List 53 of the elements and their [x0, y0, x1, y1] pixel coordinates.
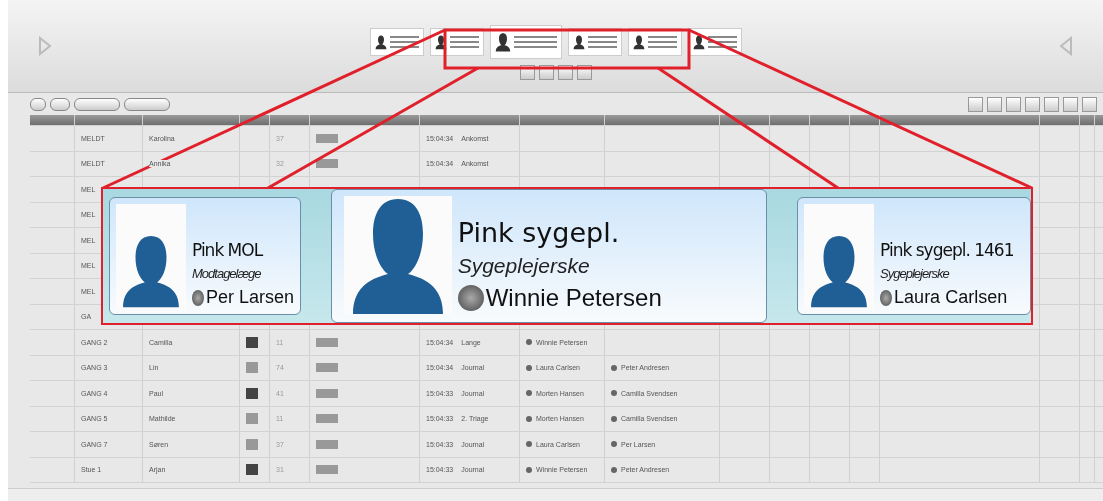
staff-card[interactable]: [369, 27, 424, 56]
category-tag: [316, 388, 338, 398]
person-dot-icon: [526, 364, 532, 371]
person-silhouette-icon: [692, 33, 705, 50]
category-tag: [316, 337, 338, 347]
tool-icon[interactable]: [1025, 96, 1040, 112]
person-dot-icon: [611, 364, 617, 371]
person-dot-icon: [611, 441, 617, 448]
person-dot-icon: [611, 466, 617, 473]
category-tag: [316, 439, 338, 449]
toolbar-button[interactable]: [30, 97, 46, 111]
card-role: Sygeplejerske: [457, 254, 591, 278]
staff-card[interactable]: Pink MOL Modtagelæge Per Larsen: [109, 197, 301, 315]
person-silhouette-icon: [572, 33, 585, 50]
person-dot-icon: [526, 466, 532, 473]
staff-name: Winnie Petersen: [485, 284, 662, 312]
tool-icon[interactable]: [1063, 96, 1078, 112]
category-tag: [316, 133, 338, 143]
tool-icon[interactable]: [987, 96, 1002, 112]
person-dot-icon: [526, 441, 532, 448]
tool-icon[interactable]: [968, 96, 983, 112]
person-dot-icon: [526, 339, 532, 346]
person-dot-icon: [192, 289, 204, 306]
person-dot-icon: [611, 415, 617, 422]
staff-name: Laura Carlsen: [894, 287, 1008, 308]
category-tag: [316, 414, 338, 424]
staff-card[interactable]: [489, 24, 562, 59]
category-tag: [316, 363, 338, 373]
card-title: Pink sygepl.: [457, 217, 621, 248]
card-role: Sygeplejerske: [880, 266, 951, 281]
staff-name: Per Larsen: [206, 287, 295, 308]
tool-icon[interactable]: [1082, 96, 1097, 112]
tool-icon[interactable]: [1044, 96, 1059, 112]
card-role: Modtagelæge: [192, 266, 262, 281]
person-dot-icon: [880, 289, 893, 306]
category-tag: [316, 465, 338, 475]
person-silhouette-icon: [434, 33, 447, 50]
person-silhouette-icon: [494, 31, 511, 52]
person-silhouette-icon: [632, 33, 645, 50]
tool-icon[interactable]: [1006, 96, 1021, 112]
staff-card[interactable]: Pink sygepl. 1461 Sygeplejerske Laura Carlsen: [797, 197, 1031, 315]
person-dot-icon: [526, 390, 532, 397]
person-dot-icon: [611, 390, 617, 397]
card-title: Pink MOL: [192, 240, 264, 260]
toolbar-button[interactable]: [74, 97, 120, 111]
person-silhouette-icon: [374, 33, 387, 50]
person-dot-icon: [526, 415, 532, 422]
staff-card[interactable]: Pink sygepl. Sygeplejerske Winnie Petersen: [330, 189, 768, 323]
toolbar-button[interactable]: [124, 97, 170, 111]
person-dot-icon: [457, 285, 484, 311]
category-tag: [316, 159, 338, 169]
card-title: Pink sygepl. 1461: [880, 240, 1014, 260]
toolbar-button[interactable]: [50, 97, 70, 111]
